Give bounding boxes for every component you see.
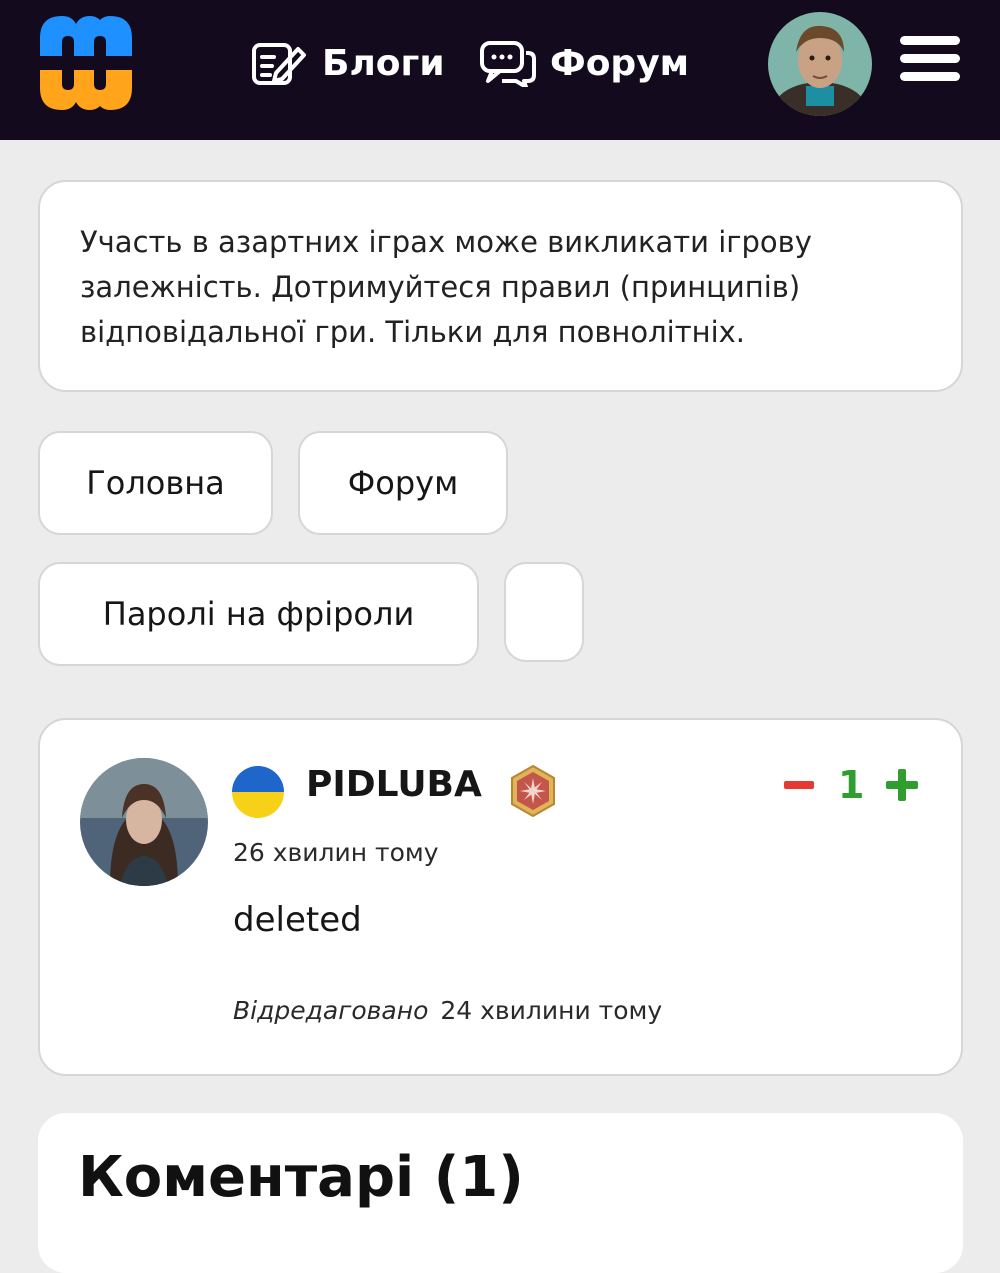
post-timestamp: 26 хвилин тому: [233, 838, 439, 867]
comments-section: Коментарі (1): [38, 1113, 963, 1273]
comments-title: Коментарі (1): [78, 1145, 524, 1210]
burger-line: [900, 36, 960, 45]
breadcrumb-home[interactable]: Головна: [38, 431, 273, 535]
burger-line: [900, 72, 960, 81]
menu-burger-button[interactable]: [900, 36, 960, 86]
breadcrumb-topic-label: Паролі на фріроли: [102, 595, 415, 633]
user-avatar[interactable]: [768, 12, 872, 116]
nav-forum-link[interactable]: Форум: [478, 38, 689, 88]
nav-forum-label: Форум: [550, 42, 690, 84]
edited-label: Відредаговано: [233, 996, 429, 1025]
burger-line: [900, 54, 960, 63]
forum-post: PIDLUBA 1 26 хвилин тому deleted Відреда…: [38, 718, 963, 1076]
breadcrumb-freeroll-passwords[interactable]: Паролі на фріроли: [38, 562, 479, 666]
vote-down-button[interactable]: [784, 781, 814, 789]
post-vote: 1: [784, 760, 919, 810]
vote-up-button[interactable]: [886, 769, 919, 801]
chat-bubbles-icon: [480, 41, 536, 87]
edited-info: Відредаговано 24 хвилини тому: [233, 996, 662, 1025]
ukraine-flag-icon: [232, 766, 284, 818]
breadcrumb-forum-label: Форум: [347, 464, 459, 502]
author-username[interactable]: PIDLUBA: [306, 764, 482, 805]
rank-badge-icon: [511, 764, 555, 818]
edit-document-icon: [252, 43, 306, 85]
breadcrumb-home-label: Головна: [86, 464, 225, 502]
nav-blogs-label: Блоги: [322, 42, 445, 84]
vote-score: 1: [838, 763, 865, 807]
breadcrumb-forum[interactable]: Форум: [298, 431, 508, 535]
notice-text: Участь в азартних іграх може викликати і…: [80, 225, 812, 349]
author-avatar[interactable]: [80, 758, 208, 886]
gambling-warning-notice: Участь в азартних іграх може викликати і…: [38, 180, 963, 392]
nav-blogs-link[interactable]: Блоги: [250, 38, 445, 88]
breadcrumb-current[interactable]: [504, 562, 584, 662]
edited-time: 24 хвилини тому: [440, 996, 663, 1025]
site-logo[interactable]: [36, 12, 142, 114]
post-body: deleted: [233, 900, 362, 940]
top-header: Блоги Форум: [0, 0, 1000, 140]
